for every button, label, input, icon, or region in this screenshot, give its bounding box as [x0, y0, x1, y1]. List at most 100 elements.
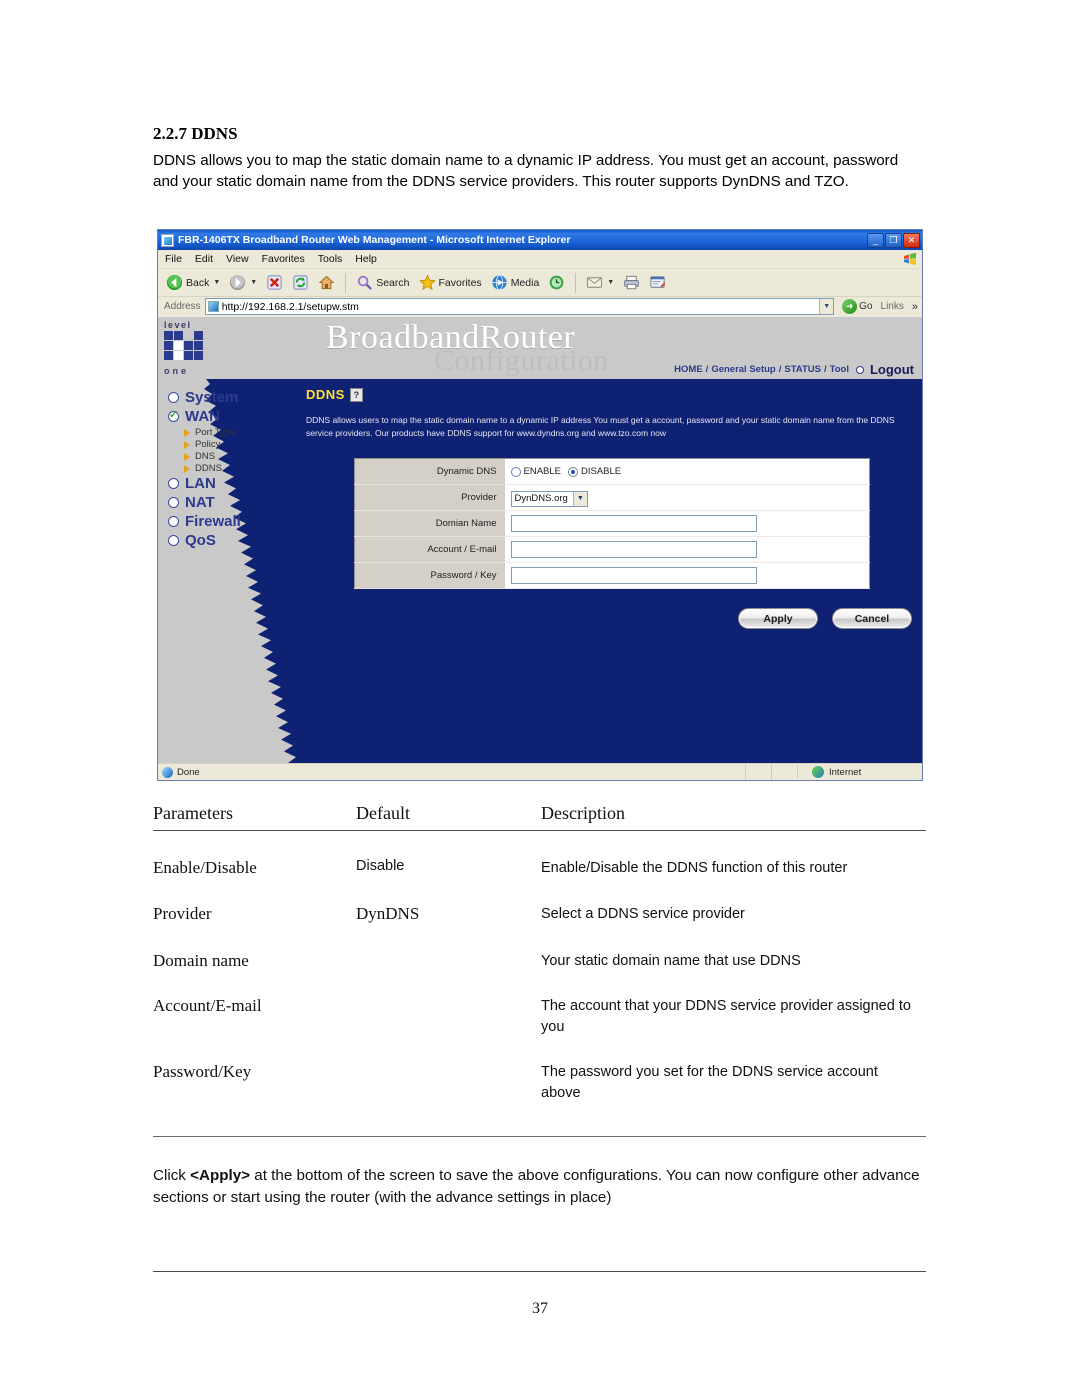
- sidebar-item-system[interactable]: System: [168, 389, 318, 406]
- router-sidebar: System WAN Port Type Policy: [168, 389, 318, 551]
- radio-disable[interactable]: DISABLE: [568, 466, 621, 477]
- forward-dropdown-icon[interactable]: ▼: [250, 279, 257, 286]
- footnote-paragraph: Click <Apply> at the bottom of the scree…: [153, 1165, 926, 1209]
- status-cell-1: [745, 764, 771, 780]
- nav-status[interactable]: STATUS: [784, 364, 821, 375]
- favorites-button[interactable]: Favorites: [416, 274, 485, 291]
- toolbar-overflow-icon[interactable]: »: [912, 301, 922, 313]
- back-button[interactable]: Back ▼: [163, 274, 223, 291]
- menu-edit[interactable]: Edit: [195, 253, 213, 265]
- sidebar-subitem-dns[interactable]: DNS: [184, 451, 318, 462]
- logout-radio-icon[interactable]: [855, 365, 864, 374]
- param-account-email: Account/E-mail: [153, 996, 262, 1015]
- radio-enable[interactable]: ENABLE: [510, 466, 561, 477]
- cancel-button[interactable]: Cancel: [832, 608, 912, 629]
- sidebar-sublabel-port-type: Port Type: [195, 427, 236, 438]
- sidebar-subitem-port-type[interactable]: Port Type: [184, 427, 318, 438]
- provider-select[interactable]: DynDNS.org ▼: [510, 490, 588, 507]
- print-button[interactable]: [620, 274, 643, 291]
- sidebar-item-lan[interactable]: LAN: [168, 475, 318, 492]
- browser-toolbar: Back ▼ ▼ Search Favorites Media ▼: [158, 269, 922, 297]
- sidebar-item-wan[interactable]: WAN: [168, 408, 318, 425]
- edit-button[interactable]: [646, 274, 669, 291]
- star-icon: [418, 274, 436, 291]
- back-dropdown-icon[interactable]: ▼: [213, 279, 220, 286]
- domain-name-input[interactable]: [510, 515, 757, 532]
- radio-icon: [168, 478, 179, 489]
- param-domain-name: Domain name: [153, 951, 249, 970]
- go-label: Go: [859, 301, 873, 312]
- menu-favorites[interactable]: Favorites: [262, 253, 305, 265]
- menu-help[interactable]: Help: [355, 253, 377, 265]
- home-icon: [318, 275, 335, 290]
- ie-document-icon: [161, 233, 174, 247]
- go-arrow-icon: ➜: [842, 299, 858, 314]
- account-email-input[interactable]: [510, 541, 757, 558]
- ddns-form-table: Dynamic DNS ENABLE DISABLE Provider DynD…: [354, 458, 870, 589]
- form-row-domain-name: Domian Name: [354, 510, 870, 537]
- history-button[interactable]: [545, 274, 568, 291]
- nav-home[interactable]: HOME: [674, 364, 703, 375]
- desc-enable-disable: Enable/Disable the DDNS function of this…: [541, 860, 848, 876]
- page-viewport: level one BroadbandRouter Configuration …: [158, 317, 922, 763]
- search-label: Search: [376, 276, 410, 289]
- logo-text-level: level: [164, 320, 192, 330]
- brand-subtitle: Configuration: [434, 344, 609, 377]
- sidebar-sublabel-policy: Policy: [195, 439, 221, 450]
- form-row-provider: Provider DynDNS.org ▼: [354, 484, 870, 511]
- sidebar-subitem-ddns[interactable]: DDNS: [184, 463, 318, 474]
- parameters-table: Parameters Default Description Enable/Di…: [153, 803, 926, 1137]
- nav-logout[interactable]: Logout: [870, 362, 914, 377]
- nav-general-setup[interactable]: General Setup: [711, 364, 775, 375]
- table-row: Enable/Disable Disable Enable/Disable th…: [153, 831, 926, 879]
- help-icon[interactable]: ?: [349, 387, 363, 402]
- document-page: 2.2.7 DDNS DDNS allows you to map the st…: [0, 0, 1080, 1397]
- nav-tool[interactable]: Tool: [830, 364, 849, 375]
- go-button[interactable]: ➜ Go: [838, 299, 876, 314]
- media-button[interactable]: Media: [488, 274, 543, 291]
- page-number: 37: [532, 1300, 548, 1317]
- sidebar-subitem-policy[interactable]: Policy: [184, 439, 318, 450]
- label-password-key: Password / Key: [354, 562, 505, 589]
- dynamic-dns-radio-group: ENABLE DISABLE: [510, 466, 869, 477]
- refresh-button[interactable]: [289, 274, 312, 291]
- menu-tools[interactable]: Tools: [318, 253, 343, 265]
- header-parameters: Parameters: [153, 803, 233, 823]
- nav-sep-3: /: [823, 364, 827, 375]
- status-left: Done: [158, 766, 745, 778]
- links-label[interactable]: Links: [881, 301, 908, 312]
- table-row: Password/Key The password you set for th…: [153, 1038, 926, 1104]
- stop-button[interactable]: [263, 274, 286, 291]
- restore-button[interactable]: ❐: [885, 232, 902, 248]
- printer-icon: [624, 275, 640, 290]
- edit-page-icon: [650, 276, 666, 288]
- apply-button[interactable]: Apply: [738, 608, 818, 629]
- mail-button[interactable]: ▼: [583, 274, 617, 291]
- provider-selected-value: DynDNS.org: [514, 493, 568, 505]
- radio-disable-label: DISABLE: [581, 466, 622, 477]
- chevron-down-icon: ▼: [572, 491, 587, 506]
- sidebar-item-nat[interactable]: NAT: [168, 494, 318, 511]
- label-dynamic-dns: Dynamic DNS: [354, 458, 505, 485]
- mail-dropdown-icon[interactable]: ▼: [607, 279, 614, 286]
- status-zone[interactable]: Internet: [797, 766, 922, 778]
- home-button[interactable]: [315, 274, 338, 291]
- password-key-input[interactable]: [510, 567, 757, 584]
- menu-view[interactable]: View: [226, 253, 249, 265]
- sidebar-item-firewall[interactable]: Firewall: [168, 513, 318, 530]
- window-title: FBR-1406TX Broadband Router Web Manageme…: [178, 234, 571, 246]
- address-dropdown-icon[interactable]: ▼: [819, 299, 834, 314]
- forward-button[interactable]: ▼: [226, 274, 260, 291]
- status-cell-2: [771, 764, 797, 780]
- address-input[interactable]: http://192.168.2.1/setupw.stm ▼: [204, 298, 835, 315]
- window-controls: _ ❐ ✕: [867, 232, 920, 248]
- search-button[interactable]: Search: [353, 274, 412, 291]
- browser-statusbar: Done Internet: [158, 763, 922, 780]
- sidebar-item-qos[interactable]: QoS: [168, 532, 318, 549]
- param-provider: Provider: [153, 904, 212, 923]
- media-globe-icon: [492, 274, 507, 291]
- media-label: Media: [510, 276, 540, 289]
- menu-file[interactable]: File: [165, 253, 182, 265]
- close-button[interactable]: ✕: [903, 232, 920, 248]
- minimize-button[interactable]: _: [867, 232, 884, 248]
